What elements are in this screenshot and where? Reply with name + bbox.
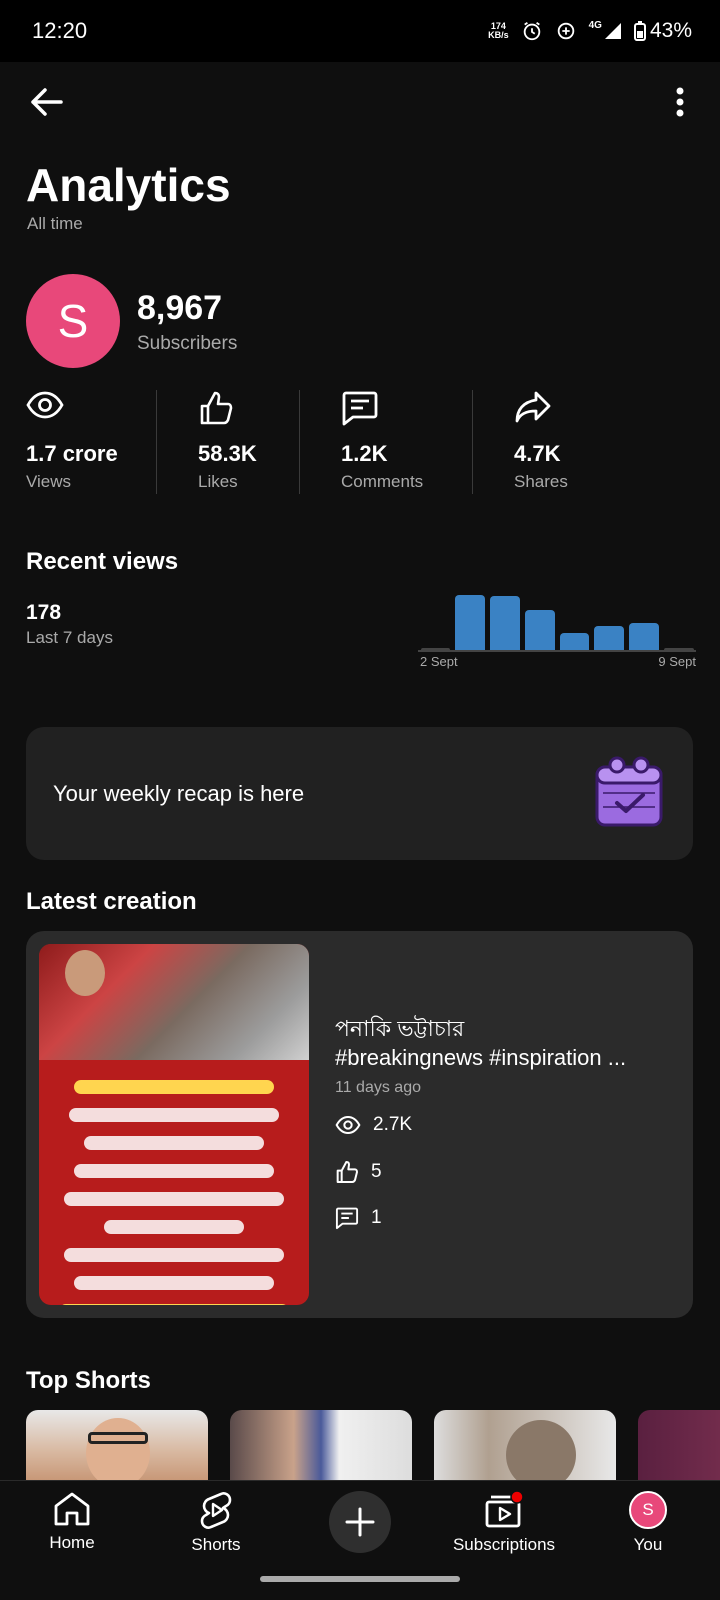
chart-bar: [490, 595, 520, 650]
nav-label: Subscriptions: [452, 1535, 556, 1554]
weekly-recap-card[interactable]: Your weekly recap is here: [26, 727, 693, 860]
nav-label: You: [633, 1535, 663, 1554]
net-speed: 174 KB/s: [488, 21, 509, 40]
network-type: 4G: [588, 20, 602, 31]
page-subtitle: All time: [27, 214, 83, 233]
recent-views-count: 178: [26, 601, 62, 624]
thumbnail-text-graphic: [49, 1066, 299, 1305]
stat-divider: [472, 390, 473, 494]
signal-icon: [604, 23, 621, 39]
alarm-icon: [523, 21, 540, 41]
stat-likes: 58.3K Likes: [198, 390, 257, 500]
stat-divider: [299, 390, 300, 494]
status-time: 12:20: [32, 18, 88, 43]
shorts-icon: [200, 1492, 232, 1529]
nav-subscriptions[interactable]: Subscriptions: [439, 1491, 569, 1571]
nav-label: Home: [49, 1533, 95, 1552]
status-bar: 12:20 174 KB/s 4G 43%: [0, 0, 720, 62]
subscriptions-icon: [485, 1491, 524, 1528]
battery-icon: [633, 21, 646, 41]
stat-value: 58.3K: [198, 441, 257, 466]
you-avatar: S: [629, 1491, 667, 1529]
stat-label: Comments: [341, 472, 424, 491]
create-button[interactable]: [329, 1491, 391, 1553]
more-vert-icon: [676, 87, 684, 117]
eye-icon: [335, 1115, 361, 1135]
chart-bar: [663, 648, 694, 650]
stat-value: 1.2K: [341, 441, 388, 466]
top-app-bar: [0, 62, 720, 142]
stat-value: 4.7K: [514, 441, 561, 466]
stat-divider: [156, 390, 157, 494]
video-thumbnail[interactable]: [39, 944, 309, 1305]
thumb-up-icon: [336, 1161, 358, 1183]
video-views: 2.7K: [335, 1114, 412, 1136]
recap-text: Your weekly recap is here: [53, 781, 305, 806]
channel-avatar: S: [26, 274, 120, 368]
subscriber-label: Subscribers: [137, 333, 238, 354]
short-thumbnail[interactable]: [638, 1410, 720, 1480]
chart-bar: [594, 625, 624, 650]
comment-icon: [335, 1207, 359, 1230]
latest-creation-card[interactable]: পনাকি ভট্টাচার #breakingnews #inspiratio…: [26, 931, 693, 1318]
stat-label: Shares: [514, 472, 568, 491]
short-thumbnail[interactable]: [26, 1410, 208, 1480]
top-shorts-row: [26, 1410, 720, 1480]
chart-bar: [524, 610, 555, 650]
top-shorts-title: Top Shorts: [26, 1367, 151, 1394]
stat-value: 1.7 crore: [26, 441, 118, 466]
stat-views: 1.7 crore Views: [26, 390, 118, 500]
calendar-check-icon: [595, 756, 663, 827]
more-options-button[interactable]: [658, 80, 702, 124]
eye-icon: [26, 391, 64, 419]
stat-label: Likes: [198, 472, 238, 491]
stat-comments: 1.2K Comments: [341, 390, 423, 500]
short-thumbnail[interactable]: [434, 1410, 616, 1480]
share-icon: [515, 391, 551, 423]
stat-shares: 4.7K Shares: [514, 390, 568, 500]
bottom-navigation: Home Shorts Subscriptions S You: [0, 1480, 720, 1600]
chart-baseline: [418, 650, 696, 652]
plus-icon: [345, 1507, 375, 1537]
home-icon: [54, 1492, 90, 1526]
recent-views-title: Recent views: [26, 548, 179, 575]
video-age: 11 days ago: [335, 1079, 421, 1096]
short-thumbnail[interactable]: [230, 1410, 412, 1480]
chart-bar: [559, 633, 590, 650]
video-likes: 5: [335, 1160, 382, 1184]
data-saver-icon: [557, 22, 574, 40]
home-indicator[interactable]: [260, 1576, 460, 1582]
chart-bar: [455, 594, 485, 650]
video-comments: 1: [335, 1206, 382, 1230]
video-title: পনাকি ভট্টাচার #breakingnews #inspiratio…: [335, 1016, 627, 1070]
battery-percent: 43%: [649, 19, 692, 42]
comment-icon: [342, 391, 378, 426]
arrow-left-icon: [31, 88, 63, 116]
chart-bar: [420, 648, 451, 650]
thumbnail-photo: [39, 944, 309, 1060]
chart-tick-start: 2 Sept: [420, 654, 458, 669]
latest-creation-title: Latest creation: [26, 888, 197, 915]
recent-views-chart[interactable]: 2 Sept 9 Sept: [418, 586, 696, 672]
status-icons: 174 KB/s 4G 43%: [488, 16, 692, 46]
page-title: Analytics: [26, 159, 231, 211]
nav-shorts[interactable]: Shorts: [151, 1491, 281, 1571]
subscriber-count: 8,967: [137, 289, 223, 327]
thumb-up-icon: [200, 391, 233, 425]
stat-label: Views: [26, 472, 72, 491]
nav-home[interactable]: Home: [7, 1491, 137, 1571]
back-button[interactable]: [24, 80, 68, 124]
nav-label: Shorts: [191, 1535, 241, 1554]
nav-you[interactable]: S You: [583, 1491, 713, 1571]
chart-bar: [629, 622, 659, 650]
chart-tick-end: 9 Sept: [658, 654, 696, 669]
recent-views-period: Last 7 days: [26, 628, 113, 647]
